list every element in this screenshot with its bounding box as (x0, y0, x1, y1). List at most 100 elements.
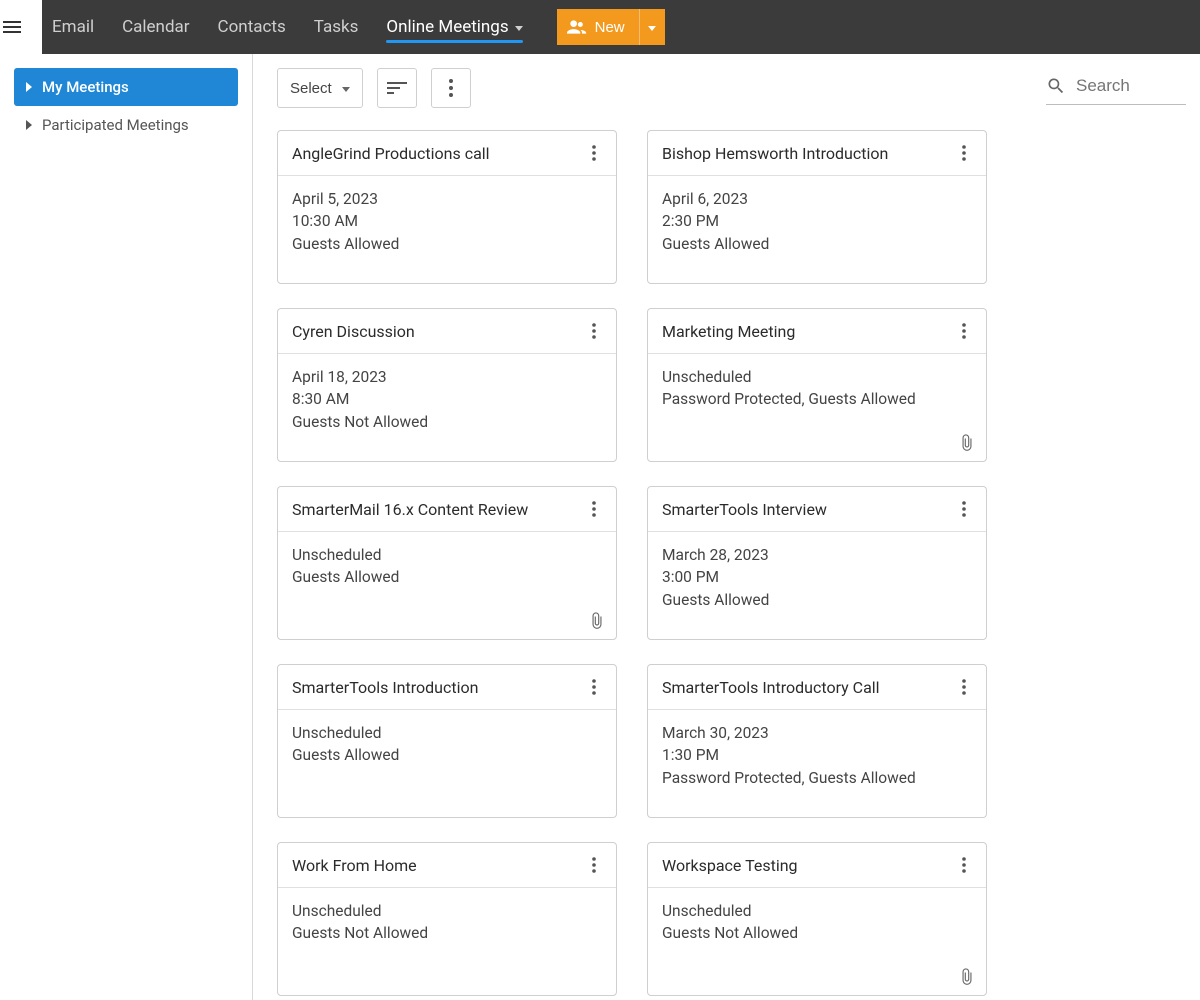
meeting-card-title: Marketing Meeting (662, 322, 795, 341)
meeting-card-body: April 18, 20238:30 AMGuests Not Allowed (278, 354, 616, 461)
meeting-card-menu-button[interactable] (582, 141, 606, 165)
meeting-card-menu-button[interactable] (582, 319, 606, 343)
new-button[interactable]: New (557, 9, 639, 45)
meeting-card[interactable]: Marketing Meeting UnscheduledPassword Pro… (647, 308, 987, 462)
meeting-card-line: Unscheduled (292, 722, 602, 744)
kebab-icon (592, 323, 596, 339)
meeting-card[interactable]: Bishop Hemsworth IntroductionApril 6, 20… (647, 130, 987, 284)
meetings-grid: AngleGrind Productions call April 5, 2023… (277, 130, 1186, 996)
meeting-card[interactable]: Workspace Testing UnscheduledGuests Not A… (647, 842, 987, 996)
meeting-card[interactable]: Work From Home UnscheduledGuests Not Allo… (277, 842, 617, 996)
meeting-card-line: Guests Not Allowed (292, 411, 602, 433)
meeting-card-menu-button[interactable] (582, 497, 606, 521)
meeting-card-body: UnscheduledGuests Allowed (278, 532, 616, 639)
meeting-card-line: April 6, 2023 (662, 188, 972, 210)
meeting-card-line: Guests Allowed (662, 233, 972, 255)
meeting-card-menu-button[interactable] (582, 853, 606, 877)
meeting-card-header: Cyren Discussion (278, 309, 616, 354)
meeting-card-line: 3:00 PM (662, 566, 972, 588)
meeting-card-line: April 5, 2023 (292, 188, 602, 210)
meeting-card[interactable]: SmarterTools Introduction UnscheduledGues… (277, 664, 617, 818)
meeting-card-body: March 28, 20233:00 PMGuests Allowed (648, 532, 986, 639)
attachment-icon (958, 433, 976, 453)
hamburger-wrap (0, 0, 42, 54)
meeting-card-line: Unscheduled (662, 900, 972, 922)
meeting-card-menu-button[interactable] (582, 675, 606, 699)
meeting-card-title: Cyren Discussion (292, 322, 415, 341)
new-button-dropdown[interactable] (639, 9, 665, 45)
meeting-card-line: 2:30 PM (662, 210, 972, 232)
meeting-card-body: March 30, 20231:30 PMPassword Protected,… (648, 710, 986, 817)
sidebar-item-participated-meetings[interactable]: Participated Meetings (14, 106, 238, 144)
meeting-card-header: Marketing Meeting (648, 309, 986, 354)
kebab-icon (592, 679, 596, 695)
kebab-icon (592, 145, 596, 161)
sidebar: My Meetings Participated Meetings (0, 54, 253, 1000)
nav-tab-calendar[interactable]: Calendar (122, 3, 189, 51)
nav-tab-tasks[interactable]: Tasks (314, 3, 359, 51)
meeting-card-line: Guests Allowed (292, 566, 602, 588)
menu-icon[interactable] (0, 15, 24, 39)
meeting-card-menu-button[interactable] (952, 497, 976, 521)
meeting-card-title: Workspace Testing (662, 856, 798, 875)
meeting-card-menu-button[interactable] (952, 319, 976, 343)
sidebar-item-label: Participated Meetings (42, 116, 189, 134)
search-field[interactable] (1046, 72, 1186, 105)
search-icon (1046, 76, 1066, 96)
meeting-card-line: Guests Not Allowed (662, 922, 972, 944)
meeting-card-title: SmarterTools Interview (662, 500, 827, 519)
group-icon (567, 20, 587, 34)
sort-icon (387, 80, 407, 96)
meeting-card-line: 8:30 AM (292, 388, 602, 410)
select-button[interactable]: Select (277, 68, 363, 108)
meeting-card-menu-button[interactable] (952, 675, 976, 699)
meeting-card-title: AngleGrind Productions call (292, 144, 490, 163)
meeting-card-header: Workspace Testing (648, 843, 986, 888)
meeting-card-line: March 28, 2023 (662, 544, 972, 566)
main-layout: My Meetings Participated Meetings Select (0, 54, 1200, 1000)
meeting-card-line: Password Protected, Guests Allowed (662, 767, 972, 789)
meeting-card-title: SmarterMail 16.x Content Review (292, 500, 528, 519)
kebab-icon (962, 145, 966, 161)
kebab-icon (962, 501, 966, 517)
more-actions-button[interactable] (431, 68, 471, 108)
meeting-card-line: 10:30 AM (292, 210, 602, 232)
meeting-card-header: SmarterTools Introduction (278, 665, 616, 710)
nav-tabs: Email Calendar Contacts Tasks Online Mee… (52, 3, 523, 51)
attachment-icon (588, 611, 606, 631)
meeting-card-line: Guests Not Allowed (292, 922, 602, 944)
meeting-card[interactable]: Cyren Discussion April 18, 20238:30 AMGue… (277, 308, 617, 462)
meeting-card-body: UnscheduledGuests Allowed (278, 710, 616, 817)
meeting-card-title: SmarterTools Introduction (292, 678, 478, 697)
meeting-card[interactable]: SmarterTools Interview March 28, 20233:00… (647, 486, 987, 640)
nav-tab-contacts[interactable]: Contacts (218, 3, 286, 51)
meeting-card-header: Work From Home (278, 843, 616, 888)
meeting-card-menu-button[interactable] (952, 853, 976, 877)
meeting-card[interactable]: SmarterTools Introductory Call March 30, … (647, 664, 987, 818)
select-button-label: Select (290, 80, 332, 97)
top-navbar: Email Calendar Contacts Tasks Online Mee… (0, 0, 1200, 54)
search-input[interactable] (1076, 76, 1186, 96)
nav-tab-label: Online Meetings (386, 17, 508, 37)
sort-button[interactable] (377, 68, 417, 108)
meeting-card[interactable]: AngleGrind Productions call April 5, 2023… (277, 130, 617, 284)
sidebar-item-label: My Meetings (42, 78, 129, 96)
caret-right-icon (26, 120, 32, 130)
meeting-card-line: Unscheduled (292, 900, 602, 922)
meeting-card-line: Guests Allowed (292, 744, 602, 766)
kebab-icon (962, 857, 966, 873)
meeting-card-title: SmarterTools Introductory Call (662, 678, 880, 697)
meeting-card-line: Unscheduled (292, 544, 602, 566)
meeting-card-header: AngleGrind Productions call (278, 131, 616, 176)
meeting-card-menu-button[interactable] (952, 141, 976, 165)
nav-tab-online-meetings[interactable]: Online Meetings (386, 3, 522, 51)
meeting-card[interactable]: SmarterMail 16.x Content Review Unschedul… (277, 486, 617, 640)
sidebar-item-my-meetings[interactable]: My Meetings (14, 68, 238, 106)
meeting-card-body: April 6, 20232:30 PMGuests Allowed (648, 176, 986, 283)
new-button-group: New (557, 9, 665, 45)
nav-tab-email[interactable]: Email (52, 3, 94, 51)
kebab-icon (592, 857, 596, 873)
meeting-card-body: UnscheduledPassword Protected, Guests Al… (648, 354, 986, 461)
meeting-card-header: SmarterMail 16.x Content Review (278, 487, 616, 532)
toolbar: Select (277, 68, 1186, 108)
